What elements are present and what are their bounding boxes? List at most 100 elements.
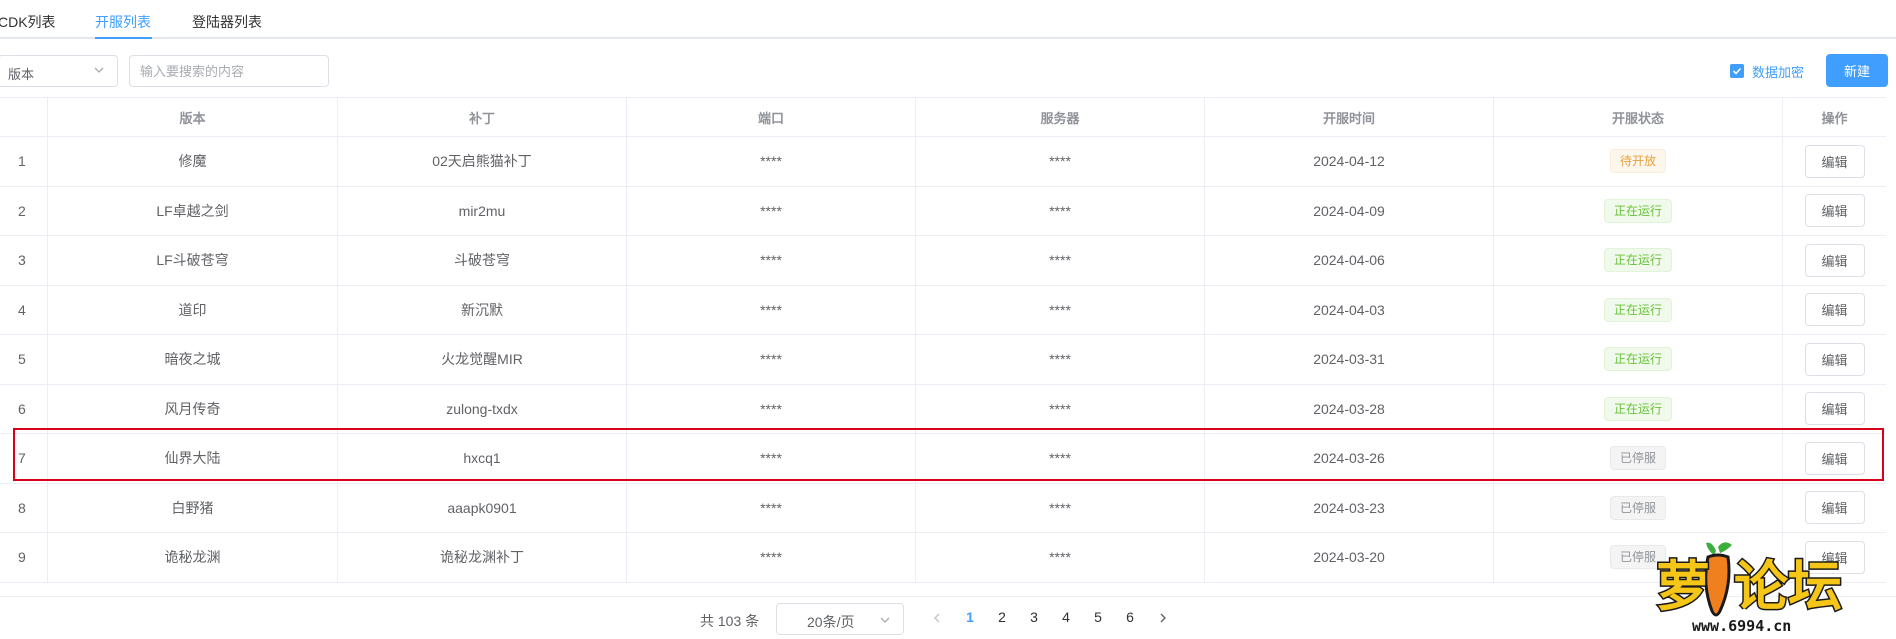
cell-version: LF卓越之剑 xyxy=(48,186,338,235)
cell-server: **** xyxy=(916,483,1205,532)
cell-port: **** xyxy=(627,137,916,186)
new-button[interactable]: 新建 xyxy=(1826,54,1888,87)
cell-index: 3 xyxy=(0,236,48,285)
svg-text:www.6994.cn: www.6994.cn xyxy=(1692,617,1791,635)
chevron-down-icon xyxy=(94,67,104,73)
filter-select[interactable]: 版本 xyxy=(0,55,118,87)
cell-patch: hxcq1 xyxy=(338,434,627,483)
edit-button[interactable]: 编辑 xyxy=(1804,194,1865,228)
table-row: 6 风月传奇 zulong-txdx **** **** 2024-03-28 正在运行 编辑 xyxy=(0,384,1886,434)
cell-port: **** xyxy=(627,335,916,384)
cell-index: 6 xyxy=(0,384,48,433)
active-tab-indicator xyxy=(95,37,152,39)
edit-button[interactable]: 编辑 xyxy=(1804,293,1865,327)
svg-text:论坛: 论坛 xyxy=(1734,555,1842,618)
cell-open-date: 2024-04-12 xyxy=(1205,137,1494,186)
status-badge: 已停服 xyxy=(1609,446,1666,471)
cell-action: 编辑 xyxy=(1783,236,1886,285)
table-row: 5 暗夜之城 火龙觉醒MIR **** **** 2024-03-31 正在运行 编辑 xyxy=(0,335,1886,385)
cell-version: 白野猪 xyxy=(48,483,338,532)
status-badge: 已停服 xyxy=(1609,495,1666,520)
cell-server: **** xyxy=(916,335,1205,384)
cell-port: **** xyxy=(627,186,916,235)
cell-patch: 火龙觉醒MIR xyxy=(338,335,627,384)
svg-text:萝: 萝 xyxy=(1656,555,1710,618)
cell-index: 2 xyxy=(0,186,48,235)
tab-launcher-list[interactable]: 登陆器列表 xyxy=(192,12,262,39)
page-5[interactable]: 5 xyxy=(1088,609,1108,625)
column-header-status: 开服状态 xyxy=(1494,98,1783,136)
cell-action: 编辑 xyxy=(1783,385,1886,434)
cell-patch: zulong-txdx xyxy=(338,384,627,433)
cell-version: 暗夜之城 xyxy=(48,335,338,384)
encrypt-label: 数据加密 xyxy=(1752,64,1805,80)
search-input[interactable] xyxy=(129,55,329,87)
cell-status: 正在运行 xyxy=(1494,384,1783,433)
cell-index: 1 xyxy=(0,137,48,186)
table-header: 版本 补丁 端口 服务器 开服时间 开服状态 操作 xyxy=(0,97,1886,137)
edit-button[interactable]: 编辑 xyxy=(1804,342,1865,376)
cell-index: 8 xyxy=(0,483,48,532)
cell-open-date: 2024-03-20 xyxy=(1205,533,1494,582)
cell-port: **** xyxy=(627,533,916,582)
filter-select-value: 版本 xyxy=(8,67,35,82)
cell-action: 编辑 xyxy=(1783,286,1886,335)
column-header-open-date: 开服时间 xyxy=(1205,98,1494,136)
cell-status: 正在运行 xyxy=(1494,335,1783,384)
cell-version: 修魔 xyxy=(48,137,338,186)
cell-open-date: 2024-04-09 xyxy=(1205,186,1494,235)
encrypt-checkbox[interactable]: 数据加密 xyxy=(1730,61,1804,81)
tab-server-list[interactable]: 开服列表 xyxy=(95,12,151,39)
cell-index: 5 xyxy=(0,335,48,384)
cell-version: 风月传奇 xyxy=(48,384,338,433)
chevron-right-icon[interactable] xyxy=(1156,611,1170,625)
tab-cdk-list[interactable]: CDK列表 xyxy=(0,12,56,39)
status-badge: 正在运行 xyxy=(1603,248,1672,273)
cell-open-date: 2024-03-23 xyxy=(1205,483,1494,532)
chevron-left-icon[interactable] xyxy=(930,611,944,625)
edit-button[interactable]: 编辑 xyxy=(1804,441,1865,475)
cell-open-date: 2024-04-06 xyxy=(1205,236,1494,285)
cell-server: **** xyxy=(916,137,1205,186)
column-header-index xyxy=(0,98,48,136)
cell-port: **** xyxy=(627,236,916,285)
table-row: 8 白野猪 aaapk0901 **** **** 2024-03-23 已停服 编辑 xyxy=(0,483,1886,533)
page-size-select[interactable]: 20条/页 xyxy=(776,603,904,635)
table-row: 4 道印 新沉默 **** **** 2024-04-03 正在运行 编辑 xyxy=(0,285,1886,335)
forum-watermark-logo: 萝 论坛 www.6994.cn xyxy=(1655,542,1844,635)
pagination-total: 共 103 条 xyxy=(700,613,760,629)
cell-server: **** xyxy=(916,384,1205,433)
table-row: 1 修魔 02天启熊猫补丁 **** **** 2024-04-12 待开放 编辑 xyxy=(0,137,1886,187)
page-4[interactable]: 4 xyxy=(1056,609,1076,625)
cell-open-date: 2024-03-31 xyxy=(1205,335,1494,384)
cell-port: **** xyxy=(627,434,916,483)
cell-patch: 诡秘龙渊补丁 xyxy=(338,533,627,582)
chevron-down-icon xyxy=(880,617,890,623)
edit-button[interactable]: 编辑 xyxy=(1804,243,1865,277)
edit-button[interactable]: 编辑 xyxy=(1804,491,1865,525)
edit-button[interactable]: 编辑 xyxy=(1804,144,1865,178)
page-3[interactable]: 3 xyxy=(1024,609,1044,625)
cell-port: **** xyxy=(627,483,916,532)
column-header-port: 端口 xyxy=(627,98,916,136)
cell-action: 编辑 xyxy=(1783,187,1886,236)
edit-button[interactable]: 编辑 xyxy=(1804,392,1865,426)
cell-open-date: 2024-03-26 xyxy=(1205,434,1494,483)
cell-status: 待开放 xyxy=(1494,137,1783,186)
column-header-version: 版本 xyxy=(48,98,338,136)
pagination: 共 103 条 20条/页 1 2 3 4 5 6 xyxy=(0,596,1896,639)
status-badge: 正在运行 xyxy=(1603,396,1672,421)
page-2[interactable]: 2 xyxy=(992,609,1012,625)
tab-bar: CDK列表 开服列表 登陆器列表 xyxy=(0,0,1896,39)
page-6[interactable]: 6 xyxy=(1120,609,1140,625)
cell-status: 正在运行 xyxy=(1494,285,1783,334)
cell-status: 正在运行 xyxy=(1494,186,1783,235)
cell-port: **** xyxy=(627,384,916,433)
column-header-actions: 操作 xyxy=(1821,110,1848,126)
cell-server: **** xyxy=(916,285,1205,334)
cell-action: 编辑 xyxy=(1783,335,1886,384)
cell-index: 4 xyxy=(0,285,48,334)
cell-action: 编辑 xyxy=(1783,137,1886,186)
page-1[interactable]: 1 xyxy=(960,609,980,625)
cell-version: 诡秘龙渊 xyxy=(48,533,338,582)
